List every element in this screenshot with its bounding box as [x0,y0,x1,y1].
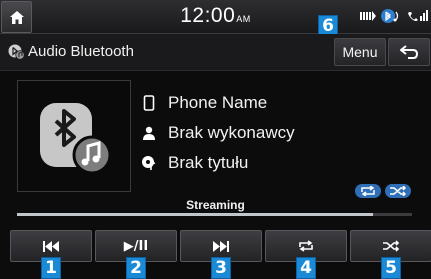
artist-icon [140,124,158,142]
menu-button[interactable]: Menu [334,38,386,66]
back-arrow-icon [400,45,418,59]
song-title: Brak tytułu [168,153,249,172]
repeat-icon [299,240,313,252]
phone-name-row: Phone Name [140,91,267,115]
skip-next-icon [213,240,229,252]
repeat-status-badge [355,184,381,198]
artist-name: Brak wykonawcy [168,123,295,142]
streaming-status: Streaming [186,198,245,212]
status-bar: 12:00AM [0,0,431,34]
callout-1: 1 [41,257,61,279]
clock-time: 12:00 [180,4,236,27]
skip-previous-icon [43,240,59,252]
music-disc-icon [140,154,158,172]
page-title: Audio Bluetooth [28,43,134,60]
callout-5: 5 [381,257,401,279]
artist-row: Brak wykonawcy [140,121,295,145]
phone-name: Phone Name [168,93,268,112]
back-button[interactable] [388,38,430,66]
bluetooth-music-icon [40,103,112,175]
status-icons [338,6,430,28]
progress-bar [17,213,412,216]
shuffle-icon [390,186,407,196]
bluetooth-audio-icon [8,44,25,60]
progress-bar-fill [17,213,373,216]
callout-3: 3 [211,257,231,279]
song-title-row: Brak tytułu [140,151,248,175]
bluetooth-audio-icon [381,9,399,23]
callout-4: 4 [296,257,316,279]
shuffle-status-badge [385,184,411,198]
phone-icon [140,94,158,112]
signal-strength-icon [360,11,376,21]
play-pause-icon: ▶/II [123,238,149,254]
clock-am-pm: AM [236,14,251,24]
shuffle-icon [383,240,400,252]
repeat-icon [361,186,375,196]
callout-2: 2 [126,257,146,279]
album-art [17,80,131,192]
phone-signal-icon [408,10,428,21]
